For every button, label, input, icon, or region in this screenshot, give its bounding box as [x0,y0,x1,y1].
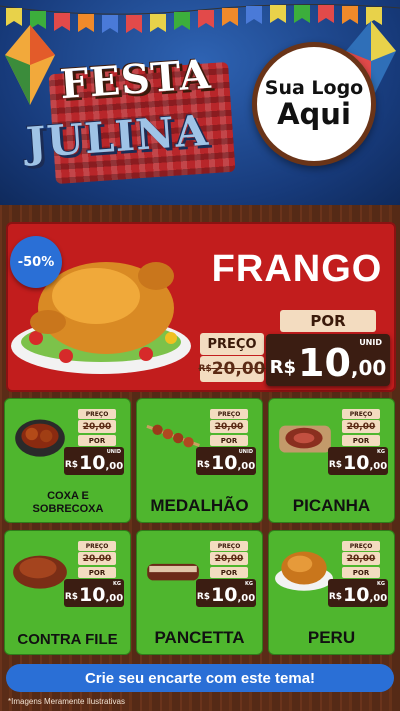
mini-new-price: KG R$ 10 ,00 [64,579,124,607]
mini-old-price: 20,00 [78,552,116,565]
mini-price-int: 10 [211,584,238,606]
discount-badge: -50% [10,236,62,288]
old-price: R$ 20,00 [198,356,266,382]
logo-line2: Aqui [277,97,351,132]
product-card[interactable]: PREÇO 20,00 POR UNID R$ 10 ,00 MEDALHÃO [136,398,263,523]
mini-price-int: 10 [343,584,370,606]
product-card[interactable]: PREÇO 20,00 POR KG R$ 10 ,00 PICANHA [268,398,395,523]
mini-old-price: 20,00 [210,552,248,565]
mini-por-label: POR [78,567,116,578]
product-name: MEDALHÃO [150,496,249,515]
product-name: PICANHA [292,496,371,515]
turkey-icon [275,551,333,591]
old-price-currency: R$ [198,364,212,374]
cta-button[interactable]: Crie seu encarte com este tema! [6,664,394,692]
mini-preco-label: PREÇO [342,409,380,419]
festa-julina-title: FESTA JULINA [12,50,252,185]
mini-price-dec: ,00 [105,461,124,472]
mini-por-label: POR [210,567,248,578]
new-price-box: UNID R$ 10 ,00 [266,334,390,386]
mini-por-label: POR [210,435,248,446]
drumstick-icon [15,419,65,457]
mini-new-price: UNID R$ 10 ,00 [64,447,124,475]
mini-por-label: POR [342,435,380,446]
product-card[interactable]: PREÇO 20,00 POR KG R$ 10 ,00 CONTRA FILE [4,530,131,655]
product-card[interactable]: PREÇO 20,00 POR KG R$ 10 ,00 PANCETTA [136,530,263,655]
logo-line1: Sua Logo [264,77,364,100]
product-card[interactable]: PREÇO 20,00 POR KG R$ 10 ,00 PERU [268,530,395,655]
mini-unit: KG [113,581,121,587]
mini-unit: UNID [106,449,121,455]
mini-new-price: UNID R$ 10 ,00 [196,447,256,475]
mini-new-price: KG R$ 10 ,00 [328,579,388,607]
price-currency: R$ [269,357,297,378]
mini-price-dec: ,00 [369,461,388,472]
mini-old-price: 20,00 [342,552,380,565]
preco-label: PREÇO [200,333,264,355]
mini-currency: R$ [64,592,79,602]
mini-por-label: POR [78,435,116,446]
product-name: PANCETTA [154,628,245,647]
mini-price-dec: ,00 [105,593,124,604]
mini-price-dec: ,00 [237,461,256,472]
mini-old-price: 20,00 [78,420,116,433]
product-card[interactable]: PREÇO 20,00 POR UNID R$ 10 ,00 COXA E SO… [4,398,131,523]
product-name: COXA E SOBRECOXA [32,489,104,515]
mini-unit: KG [377,581,385,587]
mini-preco-label: PREÇO [210,409,248,419]
steak-icon [279,425,331,453]
mini-unit: UNID [238,449,253,455]
mini-old-price: 20,00 [210,420,248,433]
beef-cut-icon [13,555,67,589]
header-banner: FESTA JULINA Sua Logo Aqui [0,0,400,205]
price-unit: UNID [359,338,382,347]
mini-new-price: KG R$ 10 ,00 [196,579,256,607]
mini-currency: R$ [196,460,211,470]
logo-placeholder[interactable]: Sua Logo Aqui [252,42,376,166]
mini-preco-label: PREÇO [78,409,116,419]
mini-por-label: POR [342,567,380,578]
footnote: *Imagens Meramente Ilustrativas [8,697,125,706]
bunting-flags-decoration [0,3,400,33]
mini-currency: R$ [64,460,79,470]
mini-unit: KG [245,581,253,587]
mini-currency: R$ [328,460,343,470]
mini-price-int: 10 [79,584,106,606]
por-label: POR [280,310,376,332]
mini-unit: KG [377,449,385,455]
old-price-value: 20,00 [211,359,266,379]
mini-currency: R$ [196,592,211,602]
pancetta-icon [147,563,199,581]
mini-price-int: 10 [79,452,106,474]
featured-product-name: FRANGO [211,248,383,290]
mini-new-price: KG R$ 10 ,00 [328,447,388,475]
mini-preco-label: PREÇO [78,541,116,551]
mini-price-dec: ,00 [237,593,256,604]
product-name: CONTRA FILE [17,631,118,648]
mini-currency: R$ [328,592,343,602]
mini-price-int: 10 [343,452,370,474]
price-decimal: ,00 [350,356,387,380]
mini-old-price: 20,00 [342,420,380,433]
product-name: PERU [307,628,356,647]
mini-preco-label: PREÇO [210,541,248,551]
mini-preco-label: PREÇO [342,541,380,551]
mini-price-int: 10 [211,452,238,474]
mini-price-dec: ,00 [369,593,388,604]
skewer-icon [146,424,200,448]
price-integer: 10 [298,341,351,385]
